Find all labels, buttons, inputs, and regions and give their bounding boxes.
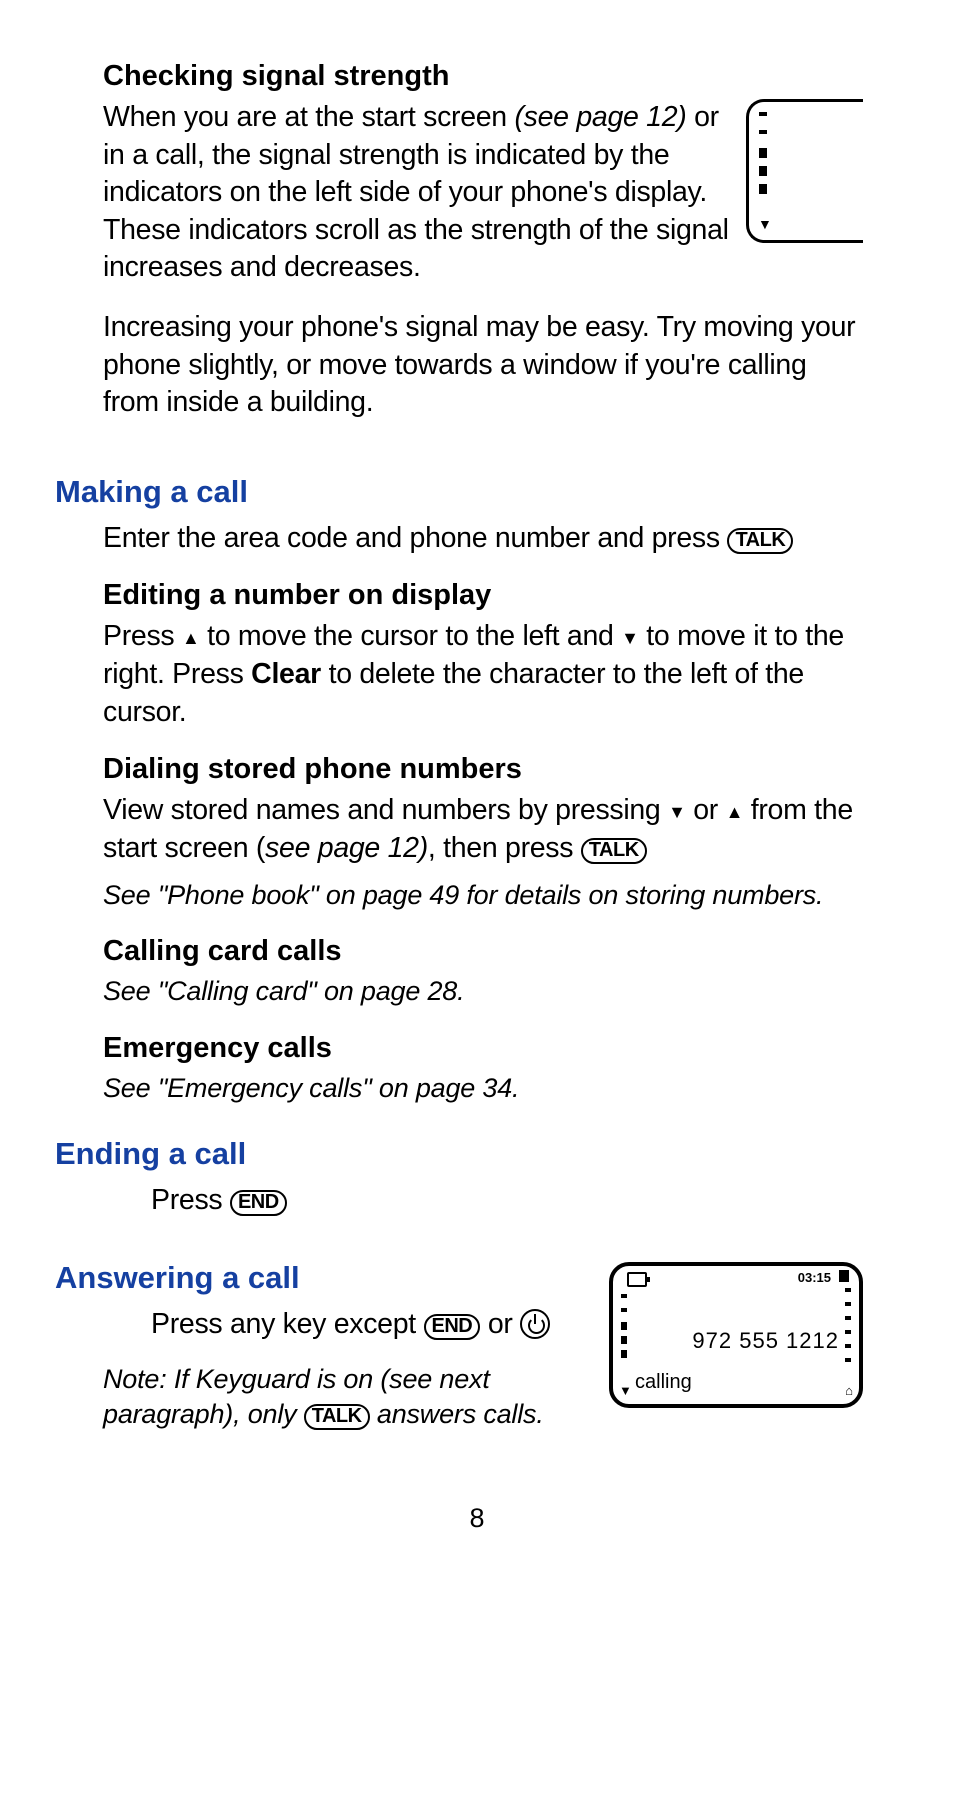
text: View stored names and numbers by pressin… xyxy=(103,794,668,826)
talk-key-icon: TALK xyxy=(581,838,647,864)
heading-calling-card: Calling card calls xyxy=(103,935,863,968)
page-ref: (see page 12) xyxy=(514,101,686,133)
para-signal-2: Increasing your phone's signal may be ea… xyxy=(103,309,863,422)
heading-ending-call: Ending a call xyxy=(55,1136,863,1172)
note-keyguard: Note: If Keyguard is on (see next paragr… xyxy=(103,1362,579,1433)
text: Enter the area code and phone number and… xyxy=(103,522,727,554)
signal-strength-figure: ▼ xyxy=(746,99,863,243)
right-bars-icon xyxy=(845,1288,851,1372)
para-emergency-ref: See "Emergency calls" on page 34. xyxy=(103,1071,863,1107)
down-arrow-icon: ▼ xyxy=(621,627,639,651)
heading-emergency: Emergency calls xyxy=(103,1032,863,1065)
para-calling-card-ref: See "Calling card" on page 28. xyxy=(103,974,863,1010)
up-arrow-icon: ▲ xyxy=(726,801,744,825)
text: or xyxy=(686,794,726,826)
para-dialing: View stored names and numbers by pressin… xyxy=(103,792,863,867)
phone-number-display: 972 555 1212 xyxy=(692,1328,839,1354)
signal-bars-icon xyxy=(621,1294,627,1364)
end-key-icon: END xyxy=(424,1314,481,1340)
para-editing: Press ▲ to move the cursor to the left a… xyxy=(103,618,863,731)
heading-dialing-stored: Dialing stored phone numbers xyxy=(103,753,863,786)
phone-screen-figure: 03:15 ▼ ⌂ 972 555 1212 calling xyxy=(609,1262,863,1408)
text: , then press xyxy=(428,832,581,864)
para-answering: Press any key except END or xyxy=(151,1306,579,1344)
down-arrow-icon: ▼ xyxy=(668,801,686,825)
battery-icon xyxy=(627,1272,647,1287)
para-phonebook-ref: See "Phone book" on page 49 for details … xyxy=(103,878,863,914)
home-icon: ⌂ xyxy=(845,1383,853,1398)
heading-checking-signal: Checking signal strength xyxy=(103,60,863,93)
para-making-call: Enter the area code and phone number and… xyxy=(103,520,863,558)
heading-answering-call: Answering a call xyxy=(55,1260,579,1296)
talk-key-icon: TALK xyxy=(727,528,793,554)
up-arrow-icon: ▲ xyxy=(182,627,200,651)
clear-key-label: Clear xyxy=(251,658,321,690)
power-key-icon xyxy=(520,1309,550,1339)
antenna-icon: ▼ xyxy=(619,1383,632,1398)
heading-editing-number: Editing a number on display xyxy=(103,579,863,612)
talk-key-icon: TALK xyxy=(304,1404,370,1430)
text: Press xyxy=(103,620,182,652)
text: Press any key except xyxy=(151,1308,424,1340)
text: When you are at the start screen xyxy=(103,101,514,133)
clock-time: 03:15 xyxy=(798,1270,831,1285)
para-ending: Press END xyxy=(151,1182,863,1220)
call-status: calling xyxy=(635,1371,692,1394)
status-block-icon xyxy=(839,1270,849,1282)
page-number: 8 xyxy=(55,1503,899,1534)
text: Press xyxy=(151,1184,230,1216)
heading-making-a-call: Making a call xyxy=(55,474,863,510)
end-key-icon: END xyxy=(230,1190,287,1216)
text: to move the cursor to the left and xyxy=(199,620,621,652)
text: answers calls. xyxy=(370,1399,544,1429)
page-ref: see page 12) xyxy=(265,832,428,864)
text: or xyxy=(480,1308,520,1340)
